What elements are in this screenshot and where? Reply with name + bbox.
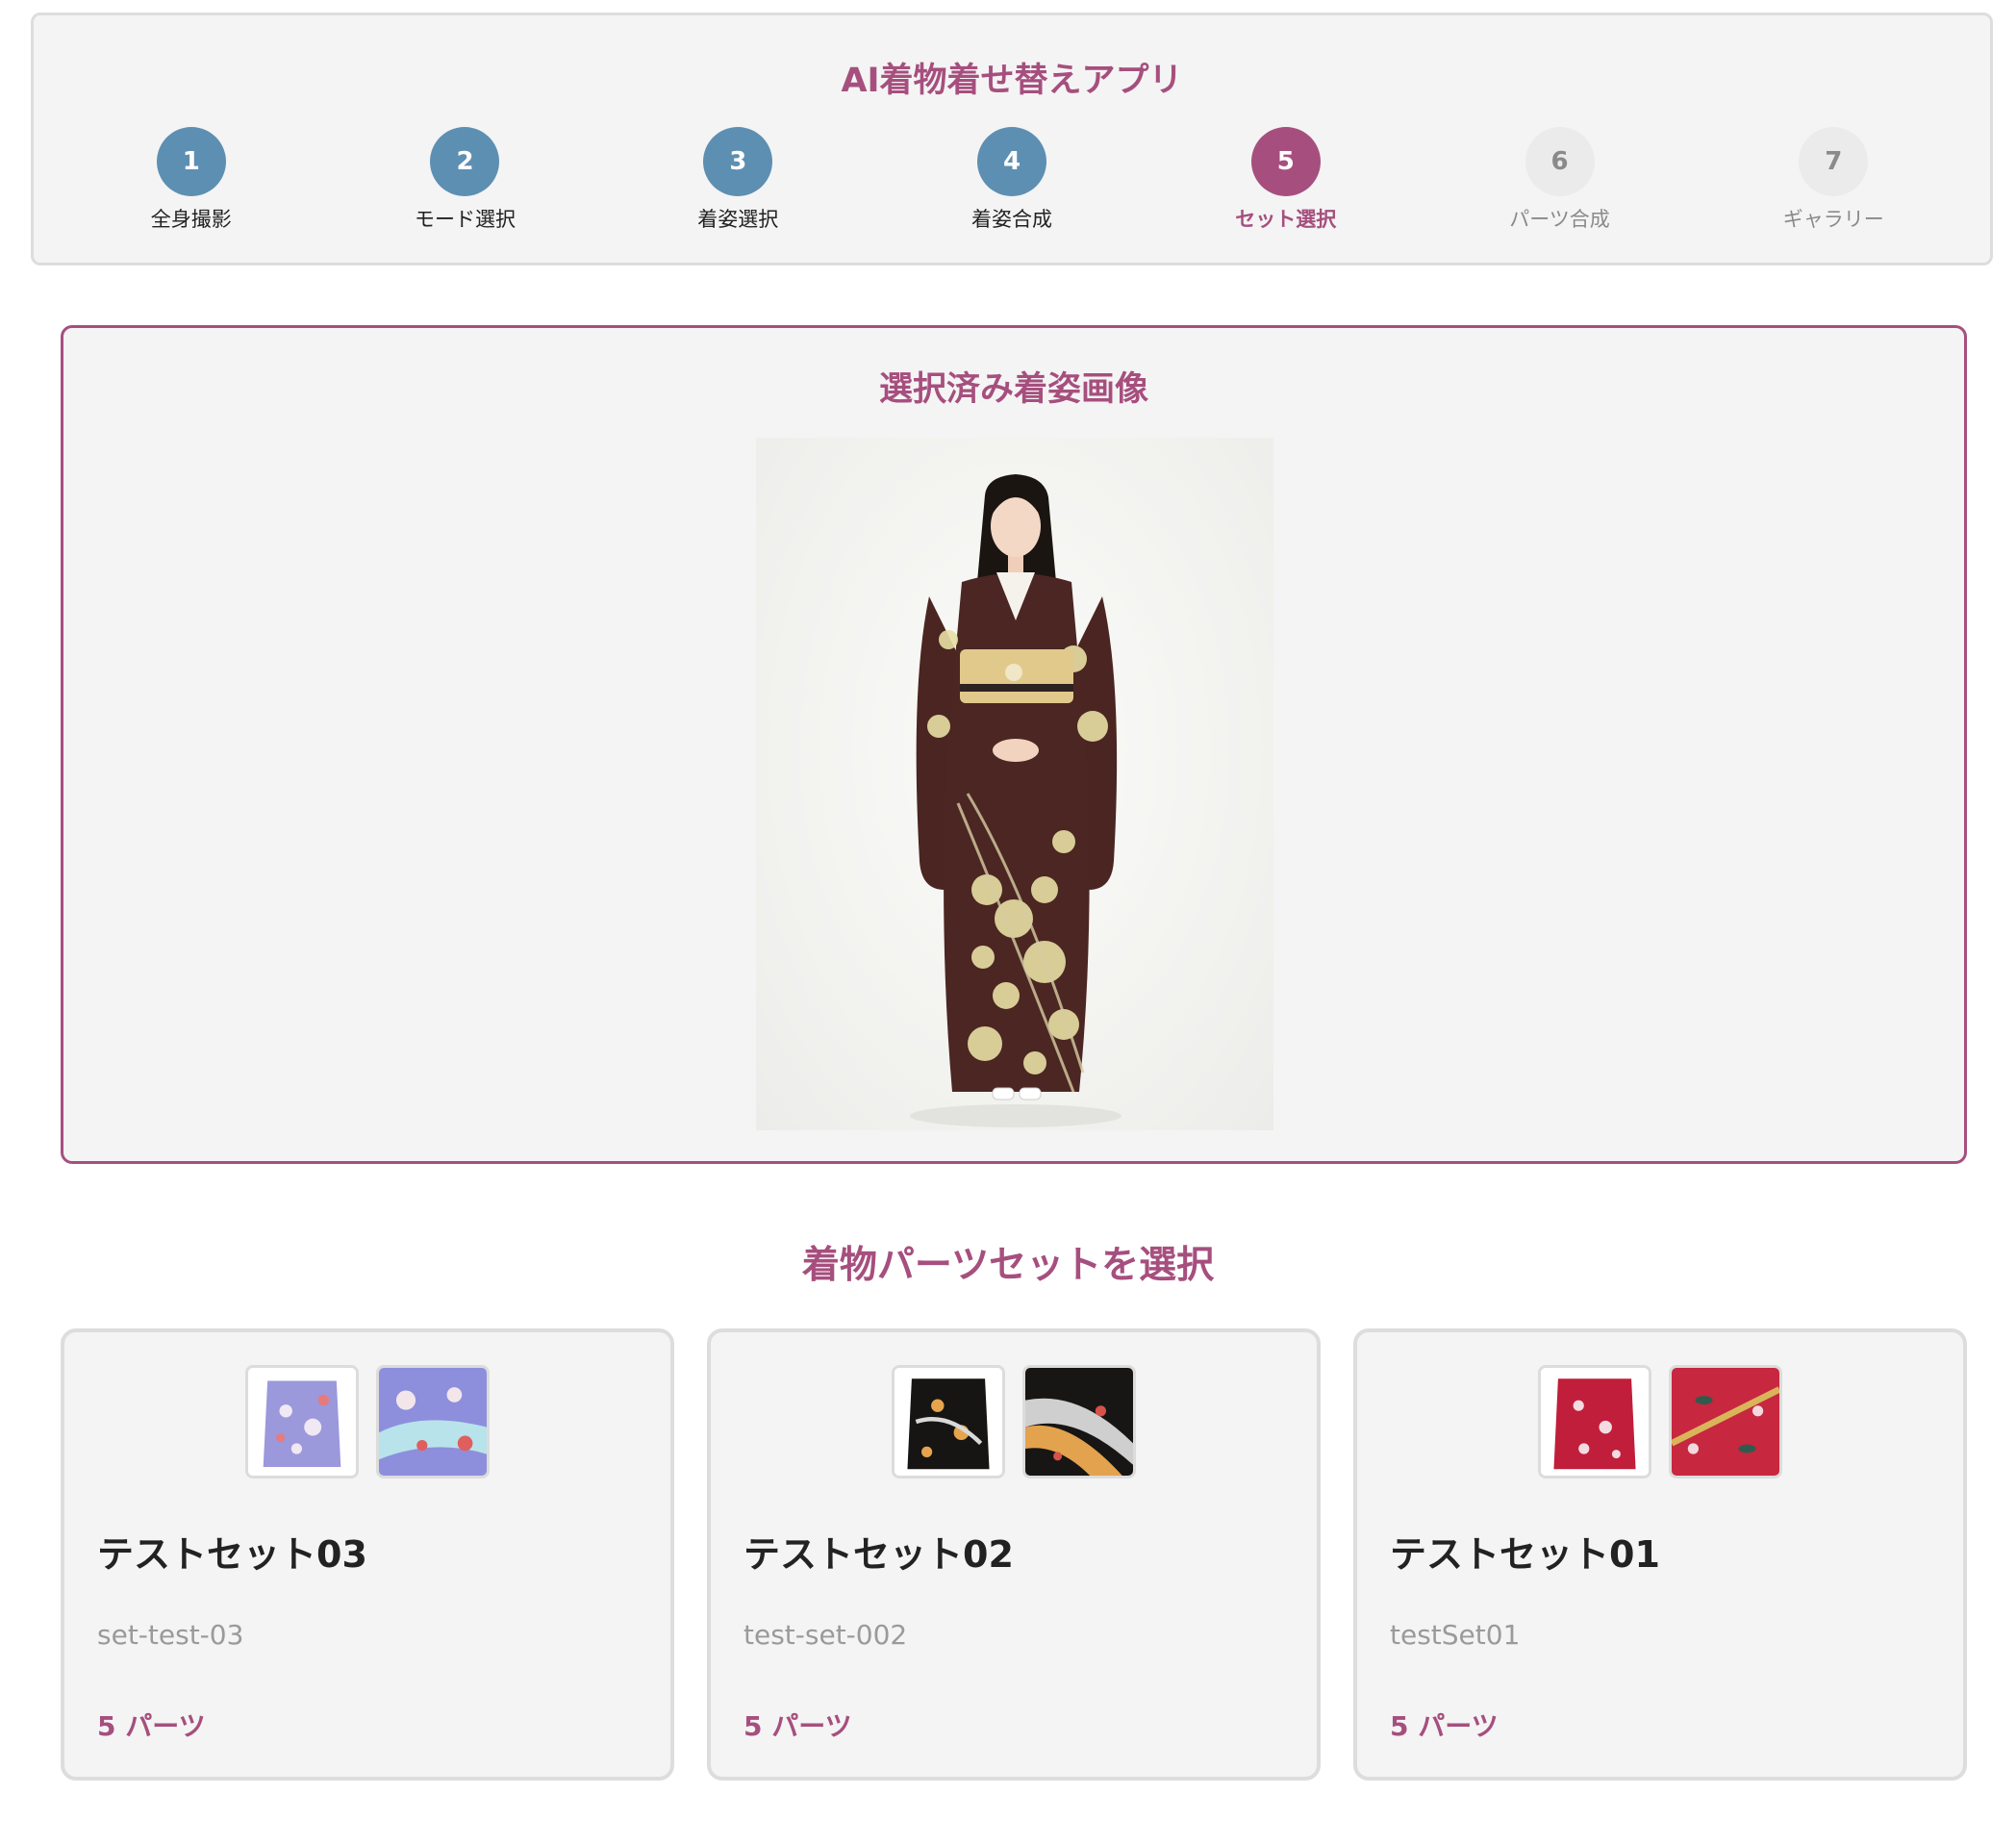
set-thumbnails xyxy=(64,1365,670,1479)
step-label: セット選択 xyxy=(1235,208,1337,231)
app-header: AI着物着せ替えアプリ 1 全身撮影 2 モード選択 3 着姿選択 4 着姿合成… xyxy=(31,13,1993,265)
step-7: 7 ギャラリー xyxy=(1737,127,1929,233)
step-3[interactable]: 3 着姿選択 xyxy=(642,127,834,233)
step-number: 4 xyxy=(977,127,1046,196)
set-card-02[interactable]: テストセット02 test-set-002 5 パーツ xyxy=(707,1328,1321,1781)
step-number: 1 xyxy=(156,127,226,196)
step-4[interactable]: 4 着姿合成 xyxy=(916,127,1108,233)
step-label: 着姿合成 xyxy=(971,208,1052,231)
set-id: set-test-03 xyxy=(97,1619,244,1651)
set-id: testSet01 xyxy=(1390,1619,1521,1651)
set-card-03[interactable]: テストセット03 set-test-03 5 パーツ xyxy=(61,1328,674,1781)
selected-kimono-photo xyxy=(756,438,1273,1130)
set-thumbnails xyxy=(711,1365,1317,1479)
set-card-01[interactable]: テストセット01 testSet01 5 パーツ xyxy=(1353,1328,1967,1781)
step-2[interactable]: 2 モード選択 xyxy=(368,127,561,233)
step-label: ギャラリー xyxy=(1782,208,1884,231)
step-5[interactable]: 5 セット選択 xyxy=(1190,127,1382,233)
step-number: 2 xyxy=(430,127,500,196)
set-thumbnails xyxy=(1357,1365,1963,1479)
kimono-thumbnail xyxy=(1668,1365,1782,1479)
kimono-thumbnail xyxy=(892,1365,1006,1479)
step-label: パーツ合成 xyxy=(1509,208,1610,231)
set-id: test-set-002 xyxy=(743,1619,908,1651)
kimono-thumbnail xyxy=(245,1365,360,1479)
step-number: 7 xyxy=(1799,127,1869,196)
set-parts-count: 5 パーツ xyxy=(743,1710,852,1742)
set-name: テストセット02 xyxy=(743,1533,1014,1576)
kimono-thumbnail xyxy=(375,1365,490,1479)
set-name: テストセット01 xyxy=(1390,1533,1660,1576)
app-title: AI着物着せ替えアプリ xyxy=(841,62,1183,100)
set-parts-count: 5 パーツ xyxy=(1390,1710,1499,1742)
step-6: 6 パーツ合成 xyxy=(1464,127,1656,233)
step-number: 6 xyxy=(1525,127,1595,196)
selected-image-panel: 選択済み着姿画像 xyxy=(61,325,1967,1164)
set-parts-count: 5 パーツ xyxy=(97,1710,206,1742)
kimono-figure-illustration xyxy=(910,474,1121,1127)
selected-image-title: 選択済み着姿画像 xyxy=(878,370,1148,409)
kimono-thumbnail xyxy=(1538,1365,1652,1479)
step-label: モード選択 xyxy=(414,208,516,231)
step-label: 全身撮影 xyxy=(150,208,232,231)
set-selection-title: 着物パーツセットを選択 xyxy=(801,1244,1215,1287)
kimono-thumbnail xyxy=(1021,1365,1136,1479)
step-number: 5 xyxy=(1250,127,1321,196)
step-number: 3 xyxy=(703,127,773,196)
set-name: テストセット03 xyxy=(97,1533,367,1576)
progress-stepper: 1 全身撮影 2 モード選択 3 着姿選択 4 着姿合成 5 セット選択 6 パ… xyxy=(34,127,1990,252)
step-1[interactable]: 1 全身撮影 xyxy=(95,127,288,233)
step-label: 着姿選択 xyxy=(697,208,779,231)
